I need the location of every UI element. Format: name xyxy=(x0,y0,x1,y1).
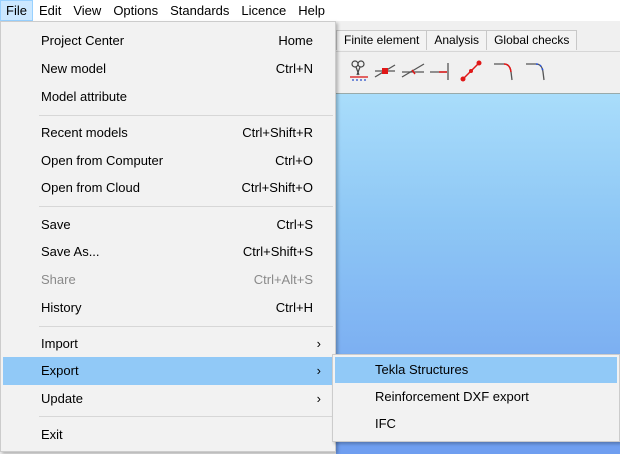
menu-item-project-center[interactable]: Project Center Home xyxy=(3,27,333,55)
menu-item-new-model[interactable]: New model Ctrl+N xyxy=(3,55,333,83)
menu-item-label: New model xyxy=(41,61,107,76)
line-icon[interactable] xyxy=(400,58,426,84)
menu-item-exit[interactable]: Exit xyxy=(3,421,333,449)
menu-separator xyxy=(39,416,333,417)
menu-file[interactable]: File xyxy=(0,0,33,21)
menu-item-label: Open from Computer xyxy=(41,153,164,168)
menu-item-open-from-cloud[interactable]: Open from Cloud Ctrl+Shift+O xyxy=(3,174,333,202)
menu-item-label: Model attribute xyxy=(41,89,127,104)
submenu-arrow-icon: › xyxy=(316,363,321,378)
cut-icon[interactable] xyxy=(346,58,372,84)
toolbar xyxy=(336,51,620,90)
line-end-icon[interactable] xyxy=(428,58,454,84)
menu-item-export[interactable]: Export › xyxy=(3,357,333,385)
corner-dashed-icon[interactable] xyxy=(522,58,548,84)
menu-item-save[interactable]: Save Ctrl+S xyxy=(3,211,333,239)
menu-item-label: Export xyxy=(41,363,79,378)
node-icon[interactable] xyxy=(372,58,398,84)
submenu-item-tekla-structures[interactable]: Tekla Structures xyxy=(335,357,617,383)
menu-item-shortcut: Ctrl+O xyxy=(275,153,313,168)
submenu-item-reinforcement-dxf-export[interactable]: Reinforcement DXF export xyxy=(335,384,617,410)
menu-item-label: Import xyxy=(41,336,78,351)
menu-item-label: Save xyxy=(41,217,71,232)
menu-item-save-as[interactable]: Save As... Ctrl+Shift+S xyxy=(3,238,333,266)
menu-separator xyxy=(39,206,333,207)
menu-item-share: Share Ctrl+Alt+S xyxy=(3,266,333,294)
menu-item-label: History xyxy=(41,300,82,315)
menu-item-label: Recent models xyxy=(41,125,128,140)
menu-help[interactable]: Help xyxy=(292,0,331,21)
export-submenu: Tekla Structures Reinforcement DXF expor… xyxy=(332,354,620,442)
menu-item-import[interactable]: Import › xyxy=(3,330,333,358)
menu-item-shortcut: Ctrl+H xyxy=(275,300,313,315)
menu-licence[interactable]: Licence xyxy=(235,0,292,21)
tab-finite-element[interactable]: Finite element xyxy=(336,30,428,50)
menu-item-label: Save As... xyxy=(41,244,100,259)
menu-item-shortcut: Ctrl+Alt+S xyxy=(253,272,313,287)
menu-item-shortcut: Ctrl+N xyxy=(275,61,313,76)
submenu-item-ifc[interactable]: IFC xyxy=(335,411,617,437)
menu-item-model-attribute[interactable]: Model attribute xyxy=(3,83,333,111)
diagonal-line-icon[interactable] xyxy=(458,58,484,84)
menu-item-label: Exit xyxy=(41,427,63,442)
tab-global-checks[interactable]: Global checks xyxy=(486,30,578,50)
menu-item-shortcut: Ctrl+Shift+O xyxy=(241,180,313,195)
file-menu: Project Center Home New model Ctrl+N Mod… xyxy=(0,21,336,452)
menu-item-update[interactable]: Update › xyxy=(3,385,333,413)
tab-analysis[interactable]: Analysis xyxy=(426,30,488,50)
menu-separator xyxy=(39,115,333,116)
menu-edit[interactable]: Edit xyxy=(33,0,67,21)
menu-item-history[interactable]: History Ctrl+H xyxy=(3,294,333,322)
menu-standards[interactable]: Standards xyxy=(164,0,235,21)
menu-item-shortcut: Home xyxy=(278,33,313,48)
submenu-item-label: IFC xyxy=(375,416,396,431)
menu-item-label: Share xyxy=(41,272,76,287)
menu-item-shortcut: Ctrl+Shift+R xyxy=(242,125,313,140)
menu-item-recent-models[interactable]: Recent models Ctrl+Shift+R xyxy=(3,119,333,147)
submenu-arrow-icon: › xyxy=(316,391,321,406)
menu-item-label: Open from Cloud xyxy=(41,180,140,195)
menubar: File Edit View Options Standards Licence… xyxy=(0,0,620,21)
menu-options[interactable]: Options xyxy=(107,0,164,21)
menu-item-label: Project Center xyxy=(41,33,125,48)
submenu-arrow-icon: › xyxy=(316,336,321,351)
submenu-item-label: Reinforcement DXF export xyxy=(375,389,529,404)
menu-separator xyxy=(39,326,333,327)
menu-item-open-from-computer[interactable]: Open from Computer Ctrl+O xyxy=(3,147,333,175)
ribbon-tabs: Finite element Analysis Global checks xyxy=(336,30,578,50)
menu-item-shortcut: Ctrl+S xyxy=(276,217,313,232)
submenu-item-label: Tekla Structures xyxy=(375,362,469,377)
menu-view[interactable]: View xyxy=(67,0,107,21)
corner-icon[interactable] xyxy=(490,58,516,84)
menu-item-shortcut: Ctrl+Shift+S xyxy=(242,244,313,259)
menu-item-label: Update xyxy=(41,391,83,406)
